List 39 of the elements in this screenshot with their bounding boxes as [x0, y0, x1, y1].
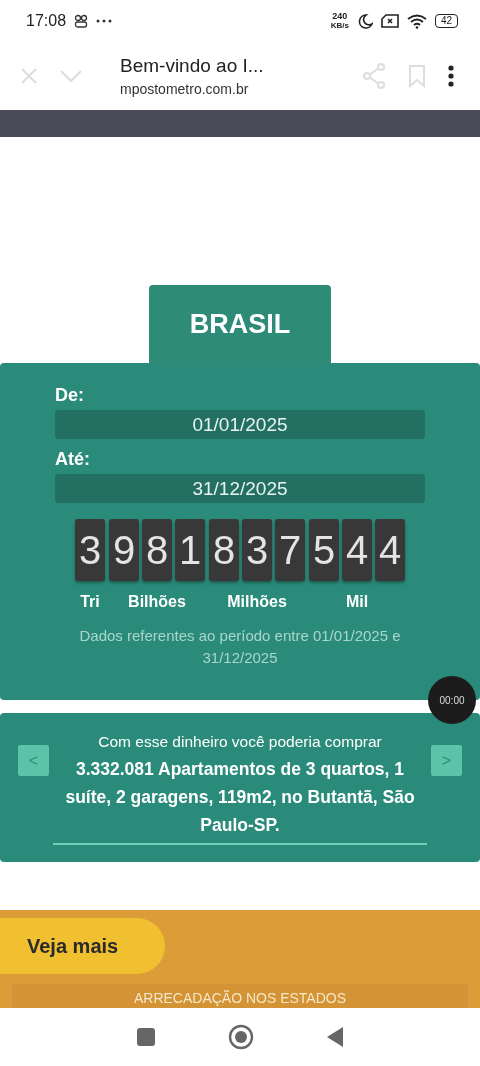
carousel-intro: Com esse dinheiro você poderia comprar [98, 733, 382, 751]
field-label: Até: [55, 449, 91, 470]
date-field[interactable]: 31/12/2025 [55, 474, 425, 503]
unit-label: Mil [345, 593, 369, 611]
digit-tile: 1 [175, 519, 205, 581]
digit-tile: 3 [242, 519, 272, 581]
digit-tile: 3 [75, 519, 105, 581]
page-title: Bem-vindo ao I... [120, 55, 265, 77]
unit-label: Bilhões [128, 593, 186, 611]
app-notification-icon [74, 14, 89, 28]
recents-icon[interactable] [136, 1028, 155, 1046]
digit-tile: 4 [375, 519, 405, 581]
unit-label: Tri [80, 593, 100, 611]
unit-label: Milhões [227, 593, 287, 611]
clock-time: 17:08 [26, 12, 67, 30]
battery-indicator: 42 [434, 14, 458, 28]
wifi-icon [406, 13, 427, 29]
carousel-highlight: 3.332.081 Apartamentos de 3 quartos, 1 suíte, 2 garagens, 119m2, no Butantã, São Paulo-SP. [64, 758, 416, 837]
home-icon[interactable] [228, 1024, 254, 1050]
digit-tile: 8 [209, 519, 239, 581]
digit-tile: 9 [109, 519, 139, 581]
digit-tile: 7 [275, 519, 305, 581]
see-more-button[interactable]: Veja mais [0, 918, 165, 974]
moon-icon [356, 13, 373, 29]
digit-tile: 8 [142, 519, 172, 581]
field-label: De: [55, 385, 85, 406]
page-url[interactable]: mpostometro.com.br [120, 81, 340, 97]
more-notifications-icon [96, 19, 113, 23]
menu-icon[interactable] [448, 65, 454, 87]
digit-tile: 4 [342, 519, 372, 581]
no-sim-icon [380, 14, 399, 28]
network-speed: 240 KB/s [330, 12, 349, 30]
date-field[interactable]: 01/01/2025 [55, 410, 425, 439]
region-tab[interactable]: BRASIL [149, 285, 331, 363]
section-heading: ARRECADAÇÃO NOS ESTADOS [133, 990, 347, 1006]
digit-tile: 5 [309, 519, 339, 581]
back-icon[interactable] [327, 1027, 344, 1047]
period-note: Dados referentes ao período entre 01/01/2025 e 31/12/2025 [78, 626, 402, 668]
timer-badge[interactable]: 00:00 [428, 676, 476, 724]
